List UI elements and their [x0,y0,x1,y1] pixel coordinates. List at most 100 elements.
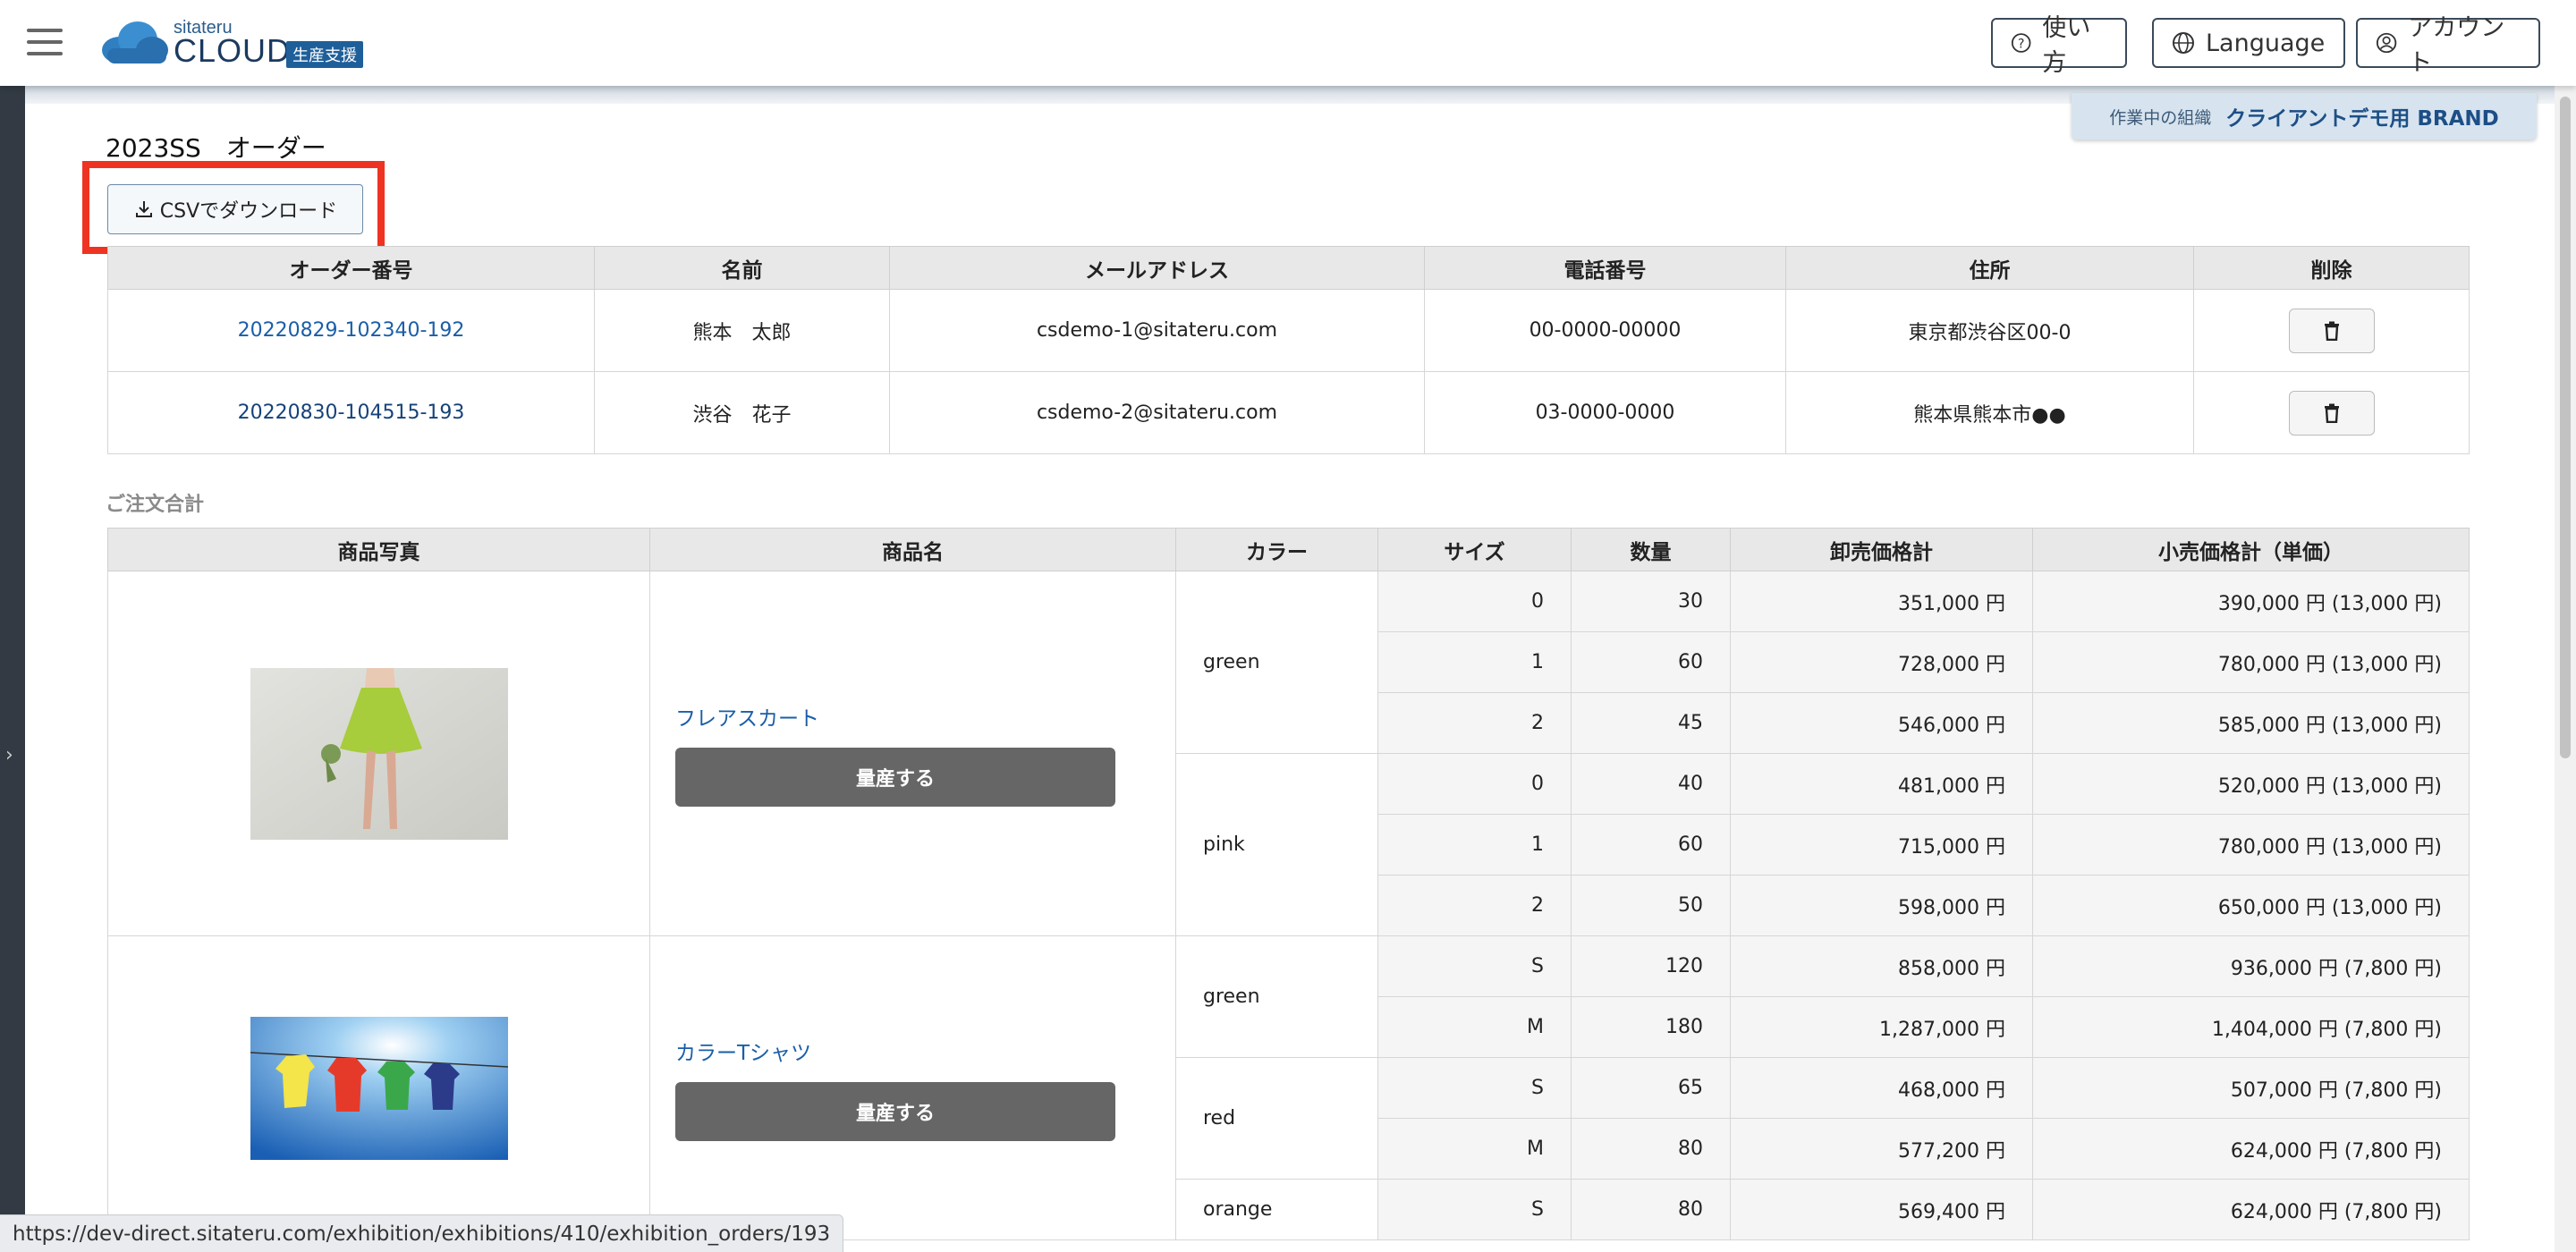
retail-total-cell: 780,000 円 (13,000 円) [2032,814,2470,876]
chevron-right-icon[interactable]: › [5,744,13,766]
scrollbar-thumb[interactable] [2560,97,2571,758]
retail-total-cell: 390,000 円 (13,000 円) [2032,571,2470,632]
csv-download-button[interactable]: CSVでダウンロード [107,184,363,234]
quantity-cell: 80 [1571,1179,1731,1240]
top-header: sitateru CLOUD 生産支援 ? 使い方 Language アカウント [0,0,2576,86]
order-summary-label: ご注文合計 [106,494,205,516]
order-phone-cell: 03-0000-0000 [1424,371,1786,454]
summary-row: カラーTシャツ 量産する green S 120 858,000 円 936,000 円 (… [107,935,2470,1240]
order-summary-table: 商品写真 商品名 カラー サイズ 数量 卸売価格計 小売価格計（単価） フレアスカート量産す… [107,528,2470,1240]
question-circle-icon: ? [2011,33,2031,53]
page-title: 2023SS オーダー [106,133,326,163]
help-button[interactable]: ? 使い方 [1991,14,2127,77]
orders-header-5: 削除 [2193,246,2470,290]
retail-total-cell: 624,000 円 (7,800 円) [2032,1179,2470,1240]
csv-download-label: CSVでダウンロード [159,200,338,223]
order-number-link[interactable]: 20220829-102340-192 [238,319,465,342]
wholesale-total-cell: 546,000 円 [1730,692,2033,754]
size-cell: M [1377,1118,1572,1180]
account-button[interactable]: アカウント [2356,14,2540,77]
product-name-link[interactable]: カラーTシャツ [675,1036,1132,1066]
product-photo-tshirts [250,1016,508,1160]
svg-text:?: ? [2018,37,2025,51]
quantity-cell: 60 [1571,814,1731,876]
summary-header-3: サイズ [1377,528,1572,571]
product-name-cell: フレアスカート量産する [649,571,1176,936]
quantity-cell: 50 [1571,875,1731,936]
size-cell: 2 [1377,692,1572,754]
size-cell: 2 [1377,875,1572,936]
product-photo-skirt [250,667,508,840]
summary-header-2: カラー [1175,528,1378,571]
summary-header-6: 小売価格計（単価） [2032,528,2470,571]
color-cell: green [1175,935,1378,1058]
retail-total-cell: 585,000 円 (13,000 円) [2032,692,2470,754]
orders-header-3: 電話番号 [1424,246,1786,290]
logo-big-text: CLOUD [174,32,292,69]
wholesale-total-cell: 351,000 円 [1730,571,2033,632]
order-number-cell: 20220830-104515-193 [107,371,595,454]
color-cell: red [1175,1057,1378,1180]
summary-header-0: 商品写真 [107,528,650,571]
retail-total-cell: 624,000 円 (7,800 円) [2032,1118,2470,1180]
product-photo-cell [107,935,650,1240]
summary-row: フレアスカート 量産する green 0 30 351,000 円 390,000 円 (1… [107,571,2470,936]
language-button[interactable]: Language [2152,18,2345,68]
summary-header-1: 商品名 [649,528,1176,571]
quantity-cell: 180 [1571,996,1731,1058]
current-organization: 作業中の組織 クライアントデモ用 BRAND [2072,93,2537,140]
mass-produce-button[interactable]: 量産する [675,747,1115,807]
product-photo-cell [107,571,650,936]
delete-order-button[interactable] [2288,390,2375,436]
link-url-status: https://dev-direct.sitateru.com/exhibiti… [0,1214,844,1252]
language-label: Language [2206,29,2326,57]
wholesale-total-cell: 858,000 円 [1730,935,2033,997]
order-email-cell: csdemo-2@sitateru.com [889,371,1425,454]
order-delete-cell [2193,289,2470,372]
sitateru-cloud-logo[interactable]: sitateru CLOUD 生産支援 [100,18,377,69]
delete-order-button[interactable] [2288,308,2375,353]
wholesale-total-cell: 715,000 円 [1730,814,2033,876]
wholesale-total-cell: 577,200 円 [1730,1118,2033,1180]
order-email-cell: csdemo-1@sitateru.com [889,289,1425,372]
mass-produce-button[interactable]: 量産する [675,1081,1115,1141]
orders-header-1: 名前 [594,246,890,290]
summary-header-4: 数量 [1571,528,1731,571]
orders-table: オーダー番号 名前 メールアドレス 電話番号 住所 削除 20220829-102340-… [107,246,2470,454]
size-cell: S [1377,1057,1572,1119]
wholesale-total-cell: 598,000 円 [1730,875,2033,936]
account-label: アカウント [2408,14,2505,77]
size-cell: 0 [1377,571,1572,632]
wholesale-total-cell: 569,400 円 [1730,1179,2033,1240]
retail-total-cell: 780,000 円 (13,000 円) [2032,631,2470,693]
order-address-cell: 東京都渋谷区00-0 [1785,289,2194,372]
size-cell: 1 [1377,631,1572,693]
wholesale-total-cell: 468,000 円 [1730,1057,2033,1119]
wholesale-total-cell: 728,000 円 [1730,631,2033,693]
quantity-cell: 60 [1571,631,1731,693]
color-cell: orange [1175,1179,1378,1240]
vertical-scrollbar[interactable] [2555,86,2576,1252]
sidebar-collapsed[interactable]: › [0,86,25,1252]
trash-icon [2324,403,2339,423]
orders-header-0: オーダー番号 [107,246,595,290]
size-cell: M [1377,996,1572,1058]
order-number-link[interactable]: 20220830-104515-193 [238,402,465,424]
order-phone-cell: 00-0000-00000 [1424,289,1786,372]
logo-badge: 生産支援 [286,41,363,68]
order-address-cell: 熊本県熊本市●● [1785,371,2194,454]
product-name-link[interactable]: フレアスカート [675,701,1132,732]
summary-header-5: 卸売価格計 [1730,528,2033,571]
orders-header-2: メールアドレス [889,246,1425,290]
wholesale-total-cell: 481,000 円 [1730,753,2033,815]
cloud-logo-icon [102,21,168,63]
orders-header-4: 住所 [1785,246,2194,290]
order-name-cell: 渋谷 花子 [594,371,890,454]
quantity-cell: 120 [1571,935,1731,997]
size-cell: 0 [1377,753,1572,815]
retail-total-cell: 1,404,000 円 (7,800 円) [2032,996,2470,1058]
org-name: クライアントデモ用 BRAND [2225,107,2499,131]
size-cell: S [1377,1179,1572,1240]
order-number-cell: 20220829-102340-192 [107,289,595,372]
hamburger-menu-icon[interactable] [27,29,63,57]
